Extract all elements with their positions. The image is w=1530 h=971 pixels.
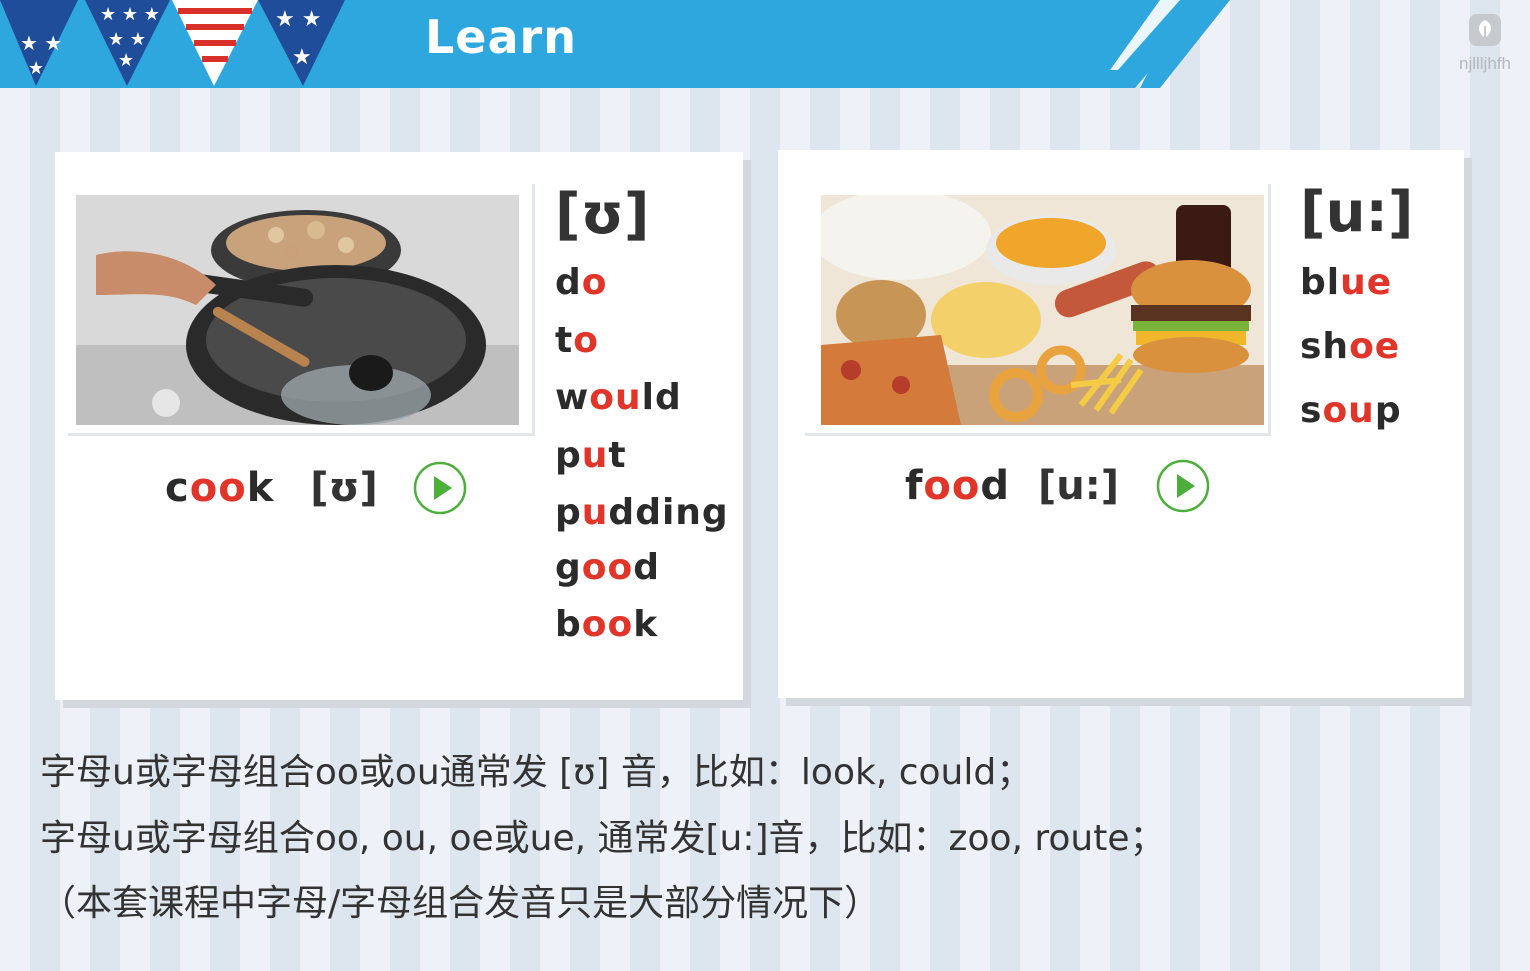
leaf-logo-icon	[1469, 14, 1501, 46]
brand-logo: njllljhfh	[1450, 12, 1520, 74]
list-item: to	[555, 320, 599, 361]
phoneme-heading: [ʊ]	[555, 182, 650, 247]
list-item: soup	[1300, 390, 1402, 431]
example-word-row: food [u:]	[905, 458, 1211, 514]
header-banner: ★ ★ ★ ★ ★ ★ ★ ★ ★ ★ ★ ★ Learn	[0, 0, 1230, 88]
example-ipa: [u:]	[1038, 463, 1120, 509]
play-audio-button[interactable]	[412, 460, 468, 516]
word-list: blue shoe soup	[1300, 262, 1402, 454]
food-photo	[821, 195, 1264, 425]
phoneme-heading: [u:]	[1300, 180, 1414, 245]
list-item: blue	[1300, 262, 1393, 303]
note-line-2: 字母u或字母组合oo, ou, oe或ue, 通常发[u:]音，比如：zoo, …	[40, 818, 1166, 859]
cooking-photo	[76, 195, 519, 425]
list-item: put	[555, 435, 627, 476]
svg-text:★: ★	[118, 50, 134, 71]
svg-text:★ ★: ★ ★	[20, 31, 62, 55]
svg-text:★ ★ ★: ★ ★ ★	[100, 4, 160, 25]
list-item: good	[555, 547, 661, 588]
play-audio-button[interactable]	[1155, 458, 1211, 514]
list-item: book	[555, 604, 659, 645]
note-line-3: （本套课程中字母/字母组合发音只是大部分情况下）	[40, 883, 881, 924]
logo-text: njllljhfh	[1459, 54, 1511, 73]
list-item: pudding	[555, 492, 729, 533]
svg-text:★ ★: ★ ★	[108, 29, 146, 50]
header-banner-graphic: ★ ★ ★ ★ ★ ★ ★ ★ ★ ★ ★ ★	[0, 0, 1230, 88]
phonics-card-long-u: food [u:] [u:] blue shoe soup	[778, 150, 1464, 698]
list-item: would	[555, 377, 682, 418]
example-word-row: cook [ʊ]	[165, 460, 468, 516]
word-list: do to would put pudding good book	[555, 262, 729, 659]
phonics-card-short-u: cook [ʊ] [ʊ] do to would put pudding goo…	[55, 152, 743, 700]
example-word: cook	[165, 465, 275, 511]
page-title: Learn	[425, 10, 577, 64]
list-item: shoe	[1300, 326, 1401, 367]
example-word: food	[905, 463, 1011, 509]
list-item: do	[555, 262, 608, 303]
svg-text:★: ★	[28, 58, 44, 79]
svg-text:★ ★: ★ ★	[275, 7, 321, 32]
note-line-1: 字母u或字母组合oo或ou通常发 [ʊ] 音，比如：look, could；	[40, 752, 1033, 793]
svg-text:★: ★	[292, 45, 312, 70]
example-ipa: [ʊ]	[310, 465, 378, 511]
